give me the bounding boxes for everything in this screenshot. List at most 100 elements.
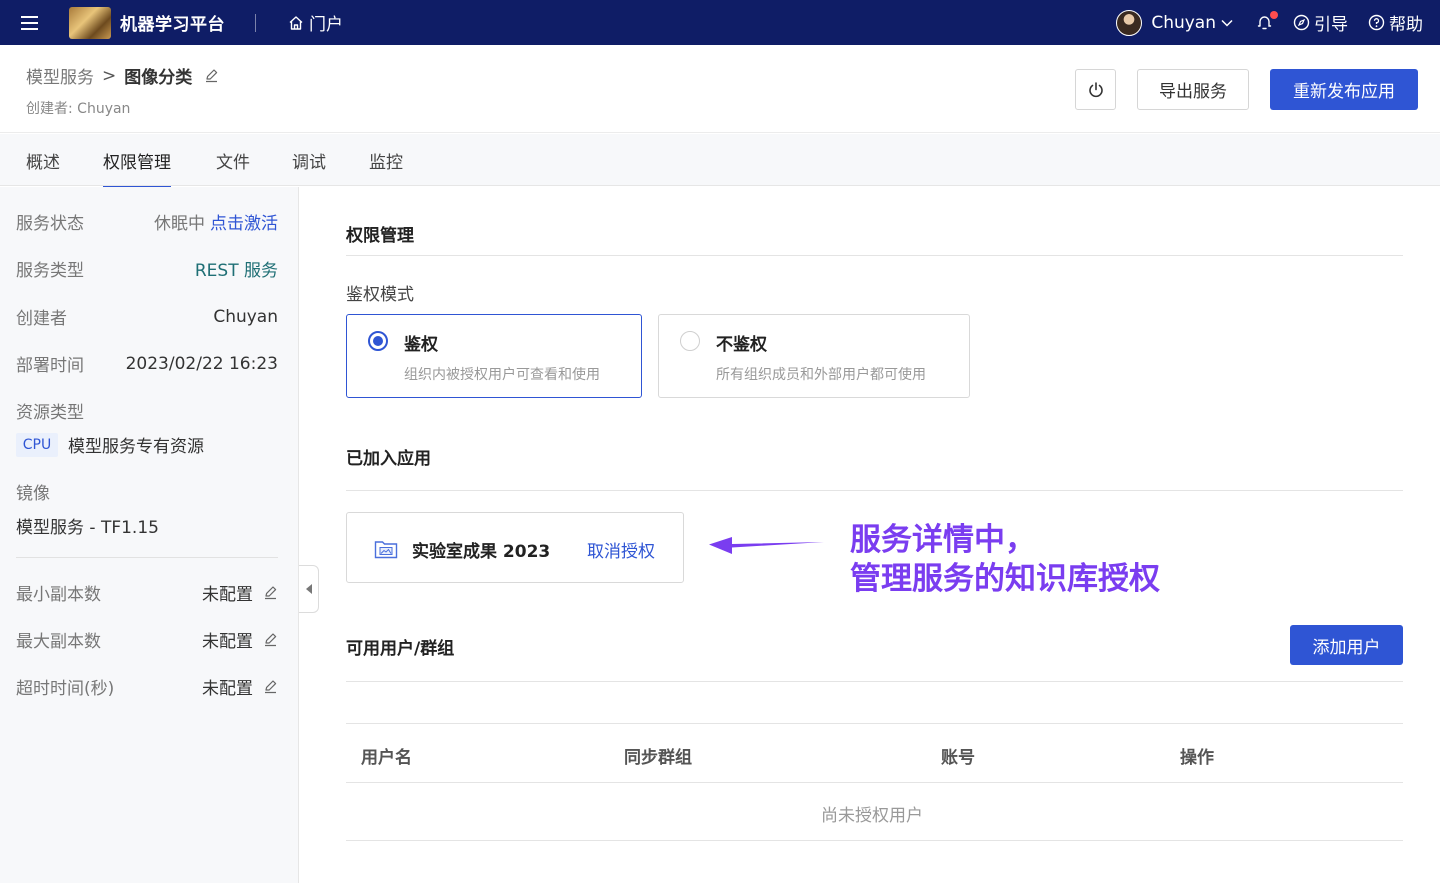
table-bottom-border <box>346 840 1403 841</box>
top-right-actions: Chuyan 引导 帮助 <box>1116 0 1423 45</box>
add-user-button[interactable]: 添加用户 <box>1290 625 1403 665</box>
edit-icon[interactable] <box>263 585 278 600</box>
service-type-row: 服务类型 REST 服务 <box>16 256 278 281</box>
app-card: 实验室成果 2023 取消授权 <box>346 512 684 583</box>
nav-divider <box>255 13 256 32</box>
auth-option-disabled[interactable]: 不鉴权 所有组织成员和外部用户都可使用 <box>658 314 970 398</box>
table-header-border <box>346 782 1403 783</box>
service-status-label: 服务状态 <box>16 214 84 234</box>
joined-apps-title: 已加入应用 <box>346 449 431 469</box>
user-menu[interactable]: Chuyan <box>1116 9 1234 36</box>
tab-monitor[interactable]: 监控 <box>369 148 403 173</box>
column-header-account: 账号 <box>941 748 975 768</box>
resource-type-value: 模型服务专有资源 <box>68 437 204 457</box>
divider <box>346 490 1403 491</box>
empty-state-text: 尚未授权用户 <box>821 806 923 826</box>
activate-link[interactable]: 点击激活 <box>210 209 278 234</box>
table-top-border <box>346 723 1403 724</box>
republish-button[interactable]: 重新发布应用 <box>1270 69 1418 110</box>
divider <box>346 681 1403 682</box>
service-info-sidebar: 服务状态 休眠中 点击激活 服务类型 REST 服务 创建者 Chuyan 部署… <box>0 187 299 883</box>
noauth-option-title: 不鉴权 <box>716 335 767 355</box>
tab-permissions[interactable]: 权限管理 <box>103 148 171 188</box>
auth-option-desc: 组织内被授权用户可查看和使用 <box>404 367 600 383</box>
deploy-time-row: 部署时间 2023/02/22 16:23 <box>16 351 278 377</box>
auth-option-enabled[interactable]: 鉴权 组织内被授权用户可查看和使用 <box>346 314 642 398</box>
guide-label: 引导 <box>1314 15 1348 35</box>
max-replica-value: 未配置 <box>202 627 278 652</box>
max-replica-label: 最大副本数 <box>16 632 101 652</box>
help-link[interactable]: 帮助 <box>1368 10 1423 35</box>
min-replica-label: 最小副本数 <box>16 585 101 605</box>
deploy-time-label: 部署时间 <box>16 356 84 376</box>
sidebar-divider <box>16 557 278 558</box>
timeout-text: 未配置 <box>202 679 253 699</box>
cpu-tag: CPU <box>16 433 58 457</box>
tab-debug[interactable]: 调试 <box>292 148 326 173</box>
breadcrumb: 模型服务 > 图像分类 <box>26 63 219 88</box>
guide-link[interactable]: 引导 <box>1293 10 1348 35</box>
edit-icon[interactable] <box>204 68 219 83</box>
section-title: 权限管理 <box>346 226 414 246</box>
chevron-down-icon <box>1221 19 1233 27</box>
tab-overview[interactable]: 概述 <box>26 148 60 173</box>
deploy-time-value: 2023/02/22 16:23 <box>125 353 278 374</box>
page-header: 模型服务 > 图像分类 创建者: Chuyan 导出服务 重新发布应用 <box>0 45 1440 133</box>
revoke-auth-link[interactable]: 取消授权 <box>587 537 655 562</box>
breadcrumb-parent[interactable]: 模型服务 <box>26 63 94 88</box>
power-icon <box>1088 81 1103 97</box>
creator-value: Chuyan <box>213 306 278 327</box>
min-replica-text: 未配置 <box>202 585 253 605</box>
annotation-line-2: 管理服务的知识库授权 <box>850 561 1160 597</box>
auth-option-title: 鉴权 <box>404 335 438 355</box>
question-circle-icon <box>1368 14 1385 31</box>
service-status-value: 休眠中 点击激活 <box>154 209 278 234</box>
status-text: 休眠中 <box>154 214 205 234</box>
notification-dot <box>1270 11 1278 19</box>
auth-mode-label: 鉴权模式 <box>346 285 414 305</box>
column-header-actions: 操作 <box>1180 748 1214 768</box>
mirror-label: 镜像 <box>16 484 50 504</box>
platform-logo[interactable] <box>69 6 111 39</box>
service-status-row: 服务状态 休眠中 点击激活 <box>16 209 278 234</box>
divider <box>346 255 1403 256</box>
service-type-label: 服务类型 <box>16 261 84 281</box>
notification-button[interactable] <box>1256 11 1278 31</box>
page-title: 图像分类 <box>124 68 193 88</box>
avatar <box>1116 9 1143 36</box>
radio-selected[interactable] <box>368 331 388 351</box>
breadcrumb-separator: > <box>102 65 117 86</box>
users-groups-title: 可用用户/群组 <box>346 639 455 659</box>
radio-unselected[interactable] <box>680 331 700 351</box>
service-type-value: REST 服务 <box>194 261 278 281</box>
annotation-arrow <box>709 537 824 554</box>
noauth-option-desc: 所有组织成员和外部用户都可使用 <box>716 367 926 383</box>
min-replica-row: 最小副本数 未配置 <box>16 580 278 605</box>
export-service-button[interactable]: 导出服务 <box>1137 69 1249 110</box>
folder-icon <box>374 541 398 559</box>
max-replica-row: 最大副本数 未配置 <box>16 627 278 652</box>
hamburger-menu-icon[interactable] <box>0 0 58 45</box>
creator-label: 创建者 <box>16 309 67 329</box>
tab-files[interactable]: 文件 <box>216 148 250 173</box>
timeout-row: 超时时间(秒) 未配置 <box>16 674 278 699</box>
app-name: 实验室成果 2023 <box>412 542 551 562</box>
top-nav-bar: 机器学习平台 门户 Chuyan 引导 帮助 <box>0 0 1440 45</box>
column-header-sync-group: 同步群组 <box>624 748 692 768</box>
edit-icon[interactable] <box>263 632 278 647</box>
timeout-label: 超时时间(秒) <box>16 679 115 699</box>
timeout-value: 未配置 <box>202 674 278 699</box>
portal-label: 门户 <box>309 15 343 35</box>
home-icon <box>289 15 303 30</box>
power-button[interactable] <box>1075 69 1116 110</box>
portal-link[interactable]: 门户 <box>288 10 343 35</box>
creator-row: 创建者 Chuyan <box>16 304 278 330</box>
sidebar-collapse-toggle[interactable] <box>299 565 319 613</box>
brand-title: 机器学习平台 <box>120 15 225 35</box>
caret-left-icon <box>305 584 312 594</box>
resource-type-label: 资源类型 <box>16 403 84 423</box>
min-replica-value: 未配置 <box>202 580 278 605</box>
edit-icon[interactable] <box>263 679 278 694</box>
creator-info: 创建者: Chuyan <box>26 101 131 117</box>
user-name: Chuyan <box>1151 12 1216 33</box>
